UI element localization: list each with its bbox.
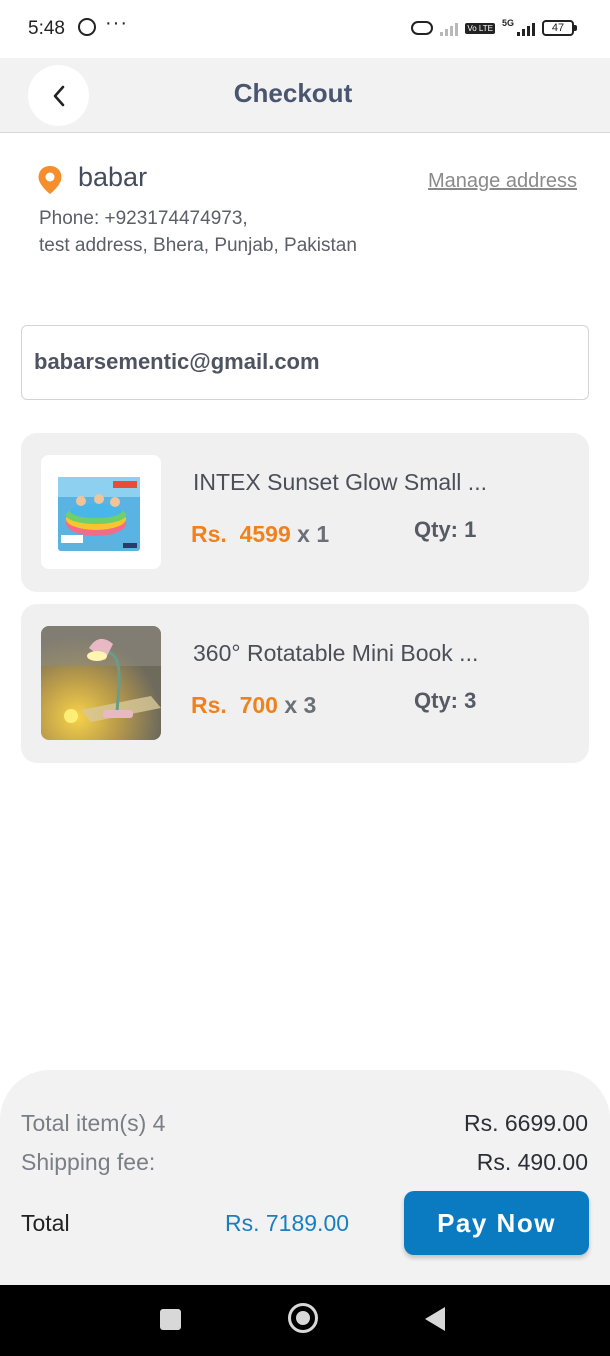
page-title: Checkout <box>233 78 353 108</box>
status-time: 5:48 <box>28 18 65 39</box>
cart-item[interactable]: INTEX Sunset Glow Small ... Rs. 4599 x 1… <box>21 433 589 592</box>
volte-icon: Vo LTE <box>465 22 495 34</box>
shipping-fee-label: Shipping fee: <box>21 1149 156 1175</box>
status-icons: Vo LTE 5G 47 <box>411 17 577 39</box>
total-items-value: Rs. 6699.00 <box>463 1110 588 1136</box>
product-name: 360° Rotatable Mini Book ... <box>193 640 479 666</box>
location-pin-icon <box>38 166 62 194</box>
order-summary: Total item(s) 4 Rs. 6699.00 Shipping fee… <box>0 1070 610 1285</box>
status-bar: 5:48 ··· Vo LTE 5G 47 <box>0 0 610 58</box>
product-image <box>41 455 161 569</box>
recents-icon[interactable] <box>160 1309 181 1330</box>
product-image <box>41 626 161 740</box>
address-phone: Phone: +923174474973, <box>39 208 248 229</box>
product-qty: Qty: 1 <box>414 517 477 542</box>
total-value: Rs. 7189.00 <box>225 1210 350 1236</box>
cart-item[interactable]: 360° Rotatable Mini Book ... Rs. 700 x 3… <box>21 604 589 763</box>
price-currency: Rs. <box>191 692 227 718</box>
link-icon <box>411 21 434 35</box>
system-nav-bar <box>0 1285 610 1356</box>
total-label: Total <box>21 1210 70 1236</box>
5g-icon: 5G <box>501 18 514 28</box>
email-value: babarsementic@gmail.com <box>34 349 320 374</box>
price-multiplier: x 1 <box>297 521 330 547</box>
back-triangle-icon[interactable] <box>425 1307 445 1331</box>
manage-address-link[interactable]: Manage address <box>428 170 577 193</box>
price-amount: 700 <box>239 692 278 718</box>
whatsapp-icon <box>78 18 96 36</box>
shipping-fee-value: Rs. 490.00 <box>476 1149 588 1175</box>
total-items-label: Total item(s) 4 <box>21 1110 166 1136</box>
price-multiplier: x 3 <box>284 692 317 718</box>
price-amount: 4599 <box>239 521 291 547</box>
home-icon[interactable] <box>288 1303 318 1333</box>
app-header: Checkout <box>0 58 610 133</box>
pay-now-button[interactable]: Pay Now <box>404 1191 589 1255</box>
signal-sim2-icon <box>517 20 535 36</box>
battery-icon: 47 <box>542 20 577 36</box>
email-field[interactable]: babarsementic@gmail.com <box>21 325 589 400</box>
product-qty: Qty: 3 <box>414 688 477 713</box>
signal-sim1-icon <box>440 20 459 36</box>
product-price: Rs. 700 x 3 <box>191 692 316 719</box>
price-currency: Rs. <box>191 521 227 547</box>
product-name: INTEX Sunset Glow Small ... <box>193 469 487 495</box>
more-notifications-icon: ··· <box>105 12 128 34</box>
address-line: test address, Bhera, Punjab, Pakistan <box>39 235 357 256</box>
product-price: Rs. 4599 x 1 <box>191 521 329 548</box>
address-name: babar <box>78 162 148 192</box>
